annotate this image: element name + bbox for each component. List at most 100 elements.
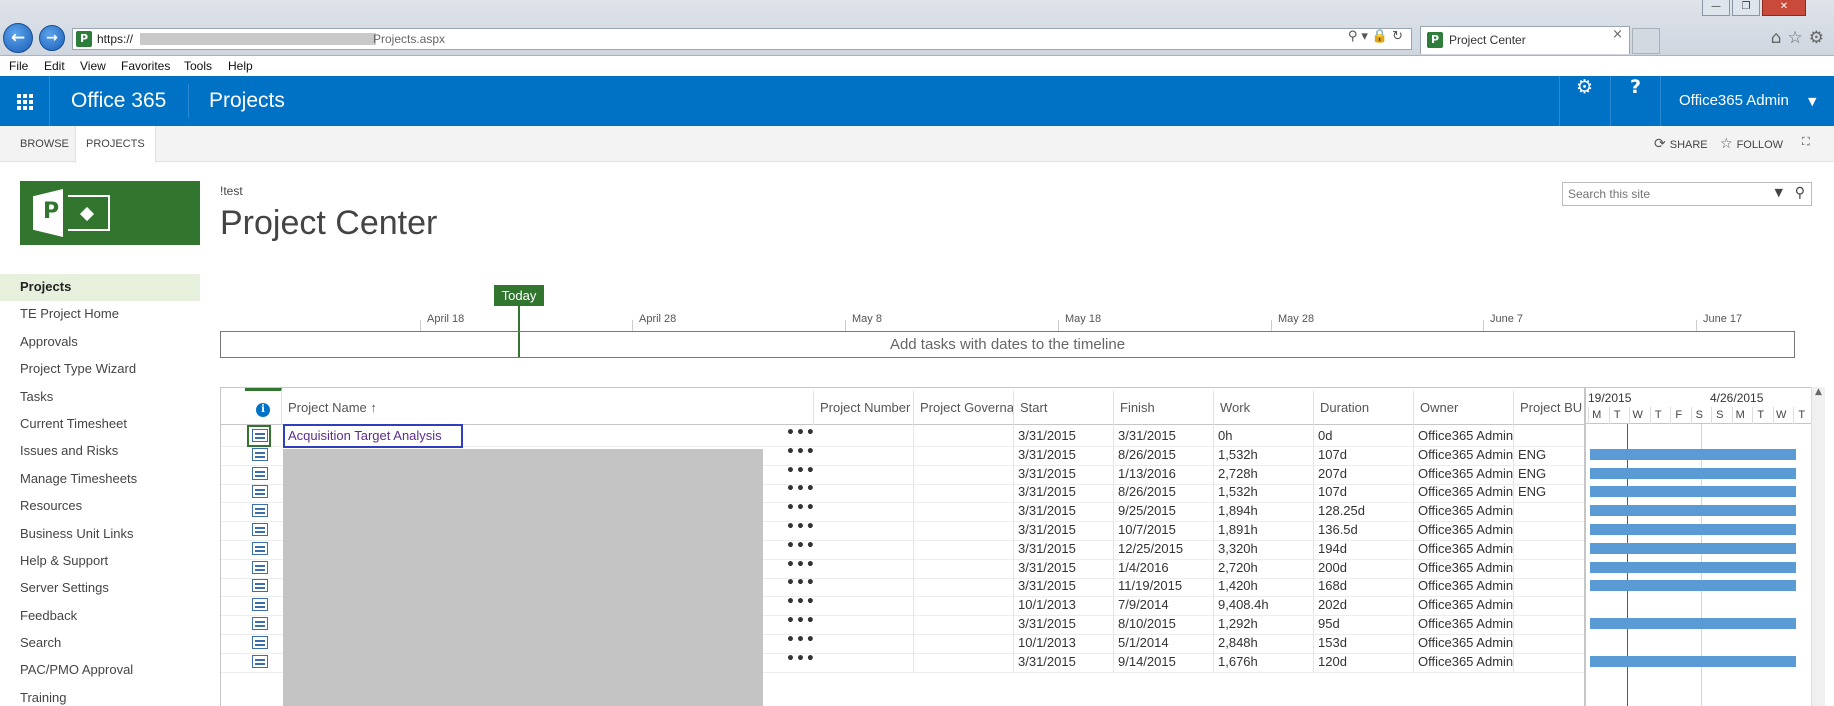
- project-row-icon[interactable]: [252, 654, 268, 668]
- project-row-icon[interactable]: [252, 598, 268, 612]
- tab-browse[interactable]: BROWSE: [10, 126, 79, 162]
- nav-pac-pmo-approval[interactable]: PAC/PMO Approval: [0, 657, 200, 684]
- nav-approvals[interactable]: Approvals: [0, 329, 200, 356]
- minimize-button[interactable]: —: [1702, 0, 1730, 16]
- nav-projects[interactable]: Projects: [0, 274, 200, 302]
- share-icon: ⟳: [1654, 136, 1666, 152]
- app-title[interactable]: Projects: [209, 89, 285, 113]
- project-row-icon[interactable]: [252, 523, 268, 536]
- gantt-day-label: T: [1608, 407, 1626, 424]
- menu-tools[interactable]: Tools: [184, 59, 212, 73]
- user-menu[interactable]: Office365 Admin: [1679, 92, 1789, 109]
- nav-te-project-home[interactable]: TE Project Home: [0, 301, 200, 328]
- nav-manage-timesheets[interactable]: Manage Timesheets: [0, 466, 200, 493]
- project-row-icon[interactable]: [252, 466, 268, 480]
- settings-gear-icon[interactable]: ⚙: [1559, 76, 1609, 126]
- project-row-icon[interactable]: [252, 541, 268, 555]
- project-row-icon[interactable]: [252, 504, 268, 518]
- column-header-duration[interactable]: Duration: [1314, 391, 1414, 425]
- address-bar[interactable]: P https:// Projects.aspx ⚲▾🔒↻: [72, 28, 1412, 50]
- browser-toolbar-icons[interactable]: ⌂☆⚙: [1771, 28, 1830, 48]
- gantt-scrollbar[interactable]: ▲: [1811, 387, 1825, 706]
- cell-work: 1,676h: [1214, 650, 1314, 673]
- close-tab-icon[interactable]: ×: [1612, 27, 1623, 42]
- column-header-finish[interactable]: Finish: [1114, 391, 1214, 425]
- tab-favicon-icon: P: [1427, 32, 1443, 48]
- project-row-icon[interactable]: [252, 560, 268, 574]
- gantt-bar[interactable]: [1590, 655, 1796, 667]
- search-scope-dropdown-icon[interactable]: ▼: [1775, 186, 1783, 199]
- column-header-start[interactable]: Start: [1014, 391, 1114, 425]
- nav-current-timesheet[interactable]: Current Timesheet: [0, 411, 200, 438]
- menu-edit[interactable]: Edit: [44, 59, 65, 73]
- nav-resources[interactable]: Resources: [0, 493, 200, 520]
- back-button[interactable]: ←: [3, 23, 33, 53]
- column-header-project-bu[interactable]: Project BU: [1514, 391, 1584, 425]
- nav-tasks[interactable]: Tasks: [0, 384, 200, 411]
- menu-help[interactable]: Help: [228, 59, 253, 73]
- nav-training[interactable]: Training: [0, 685, 200, 706]
- info-column-header[interactable]: i: [245, 388, 282, 425]
- project-logo[interactable]: P: [20, 181, 200, 245]
- gantt-bar[interactable]: [1590, 580, 1796, 592]
- gantt-bar[interactable]: [1590, 524, 1796, 535]
- cell-duration: 120d: [1314, 650, 1414, 673]
- restore-button[interactable]: ❐: [1732, 0, 1760, 16]
- gantt-bar[interactable]: [1590, 542, 1796, 554]
- help-icon[interactable]: ?: [1610, 76, 1660, 126]
- nav-help-support[interactable]: Help & Support: [0, 548, 200, 575]
- office-365-brand[interactable]: Office 365: [71, 89, 166, 113]
- close-window-button[interactable]: ✕: [1762, 0, 1806, 16]
- timeline-empty-box[interactable]: Add tasks with dates to the timeline: [220, 331, 1795, 358]
- column-header-project-governance[interactable]: Project Governa: [914, 391, 1014, 425]
- chevron-down-icon[interactable]: ▼: [1808, 95, 1816, 108]
- search-input[interactable]: [1568, 186, 1768, 202]
- column-header-project-number[interactable]: Project Number: [814, 391, 914, 425]
- nav-search[interactable]: Search: [0, 630, 200, 657]
- browser-chrome: — ❐ ✕ ← → P https:// Projects.aspx ⚲▾🔒↻ …: [0, 0, 1834, 56]
- gantt-week-label: 19/2015: [1588, 391, 1632, 405]
- follow-button[interactable]: ☆ FOLLOW: [1720, 136, 1783, 152]
- nav-issues-and-risks[interactable]: Issues and Risks: [0, 438, 200, 465]
- app-launcher-icon[interactable]: [0, 76, 50, 126]
- breadcrumb[interactable]: !test: [220, 184, 243, 198]
- project-row-icon[interactable]: [252, 447, 268, 461]
- share-button[interactable]: ⟳ SHARE: [1654, 136, 1708, 152]
- gantt-bar[interactable]: [1590, 618, 1796, 629]
- search-icon[interactable]: ⚲: [1795, 185, 1805, 201]
- column-header-work[interactable]: Work: [1214, 391, 1314, 425]
- nav-feedback[interactable]: Feedback: [0, 603, 200, 630]
- tab-projects[interactable]: PROJECTS: [75, 126, 156, 163]
- address-bar-icons[interactable]: ⚲▾🔒↻: [1348, 29, 1407, 44]
- project-row-icon[interactable]: [252, 635, 268, 649]
- gantt-bar[interactable]: [1590, 561, 1796, 573]
- gantt-day-label: M: [1588, 407, 1605, 424]
- project-row-icon[interactable]: [252, 429, 268, 442]
- new-tab-button[interactable]: [1632, 28, 1660, 54]
- url-redacted: [140, 33, 376, 45]
- project-row-icon[interactable]: [252, 485, 268, 499]
- menu-favorites[interactable]: Favorites: [121, 59, 170, 73]
- gantt-bar[interactable]: [1590, 448, 1796, 460]
- project-row-icon[interactable]: [252, 579, 268, 593]
- focus-on-content-icon[interactable]: ⛶: [1802, 136, 1810, 149]
- column-header-project-name[interactable]: Project Name ↑: [282, 391, 814, 425]
- nav-business-unit-links[interactable]: Business Unit Links: [0, 521, 200, 548]
- gantt-day-label: S: [1690, 407, 1708, 424]
- menu-file[interactable]: File: [9, 59, 28, 73]
- gantt-bar[interactable]: [1590, 486, 1796, 498]
- nav-project-type-wizard[interactable]: Project Type Wizard: [0, 356, 200, 383]
- gantt-bar[interactable]: [1590, 505, 1796, 517]
- scroll-up-icon[interactable]: ▲: [1815, 387, 1822, 397]
- site-search: ▼ ⚲: [1562, 182, 1812, 206]
- nav-server-settings[interactable]: Server Settings: [0, 575, 200, 602]
- gantt-day-label: T: [1752, 407, 1769, 424]
- browser-tab-project-center[interactable]: P Project Center ×: [1420, 26, 1630, 54]
- row-menu-ellipsis-icon[interactable]: •••: [786, 651, 816, 673]
- menu-view[interactable]: View: [80, 59, 106, 73]
- timeline-tick-mark: [1271, 320, 1272, 331]
- forward-button[interactable]: →: [39, 25, 65, 51]
- project-row-icon[interactable]: [252, 617, 268, 630]
- column-header-owner[interactable]: Owner: [1414, 391, 1514, 425]
- gantt-bar[interactable]: [1590, 467, 1796, 479]
